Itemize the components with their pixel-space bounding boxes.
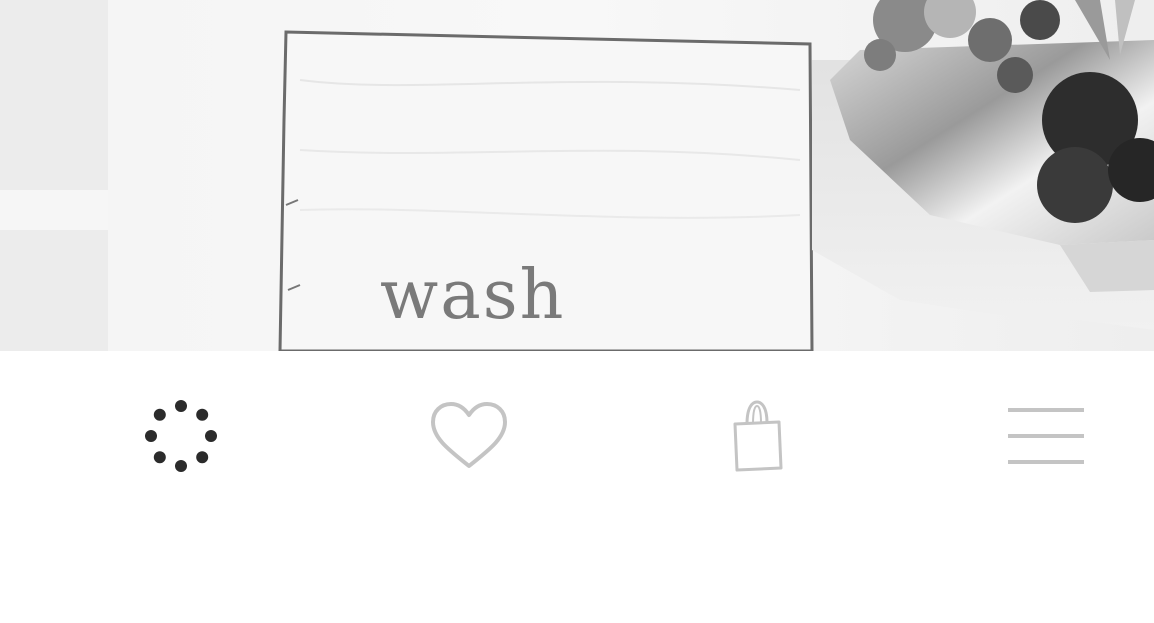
heart-icon bbox=[429, 400, 509, 472]
tab-favorites[interactable] bbox=[424, 391, 514, 481]
shopping-bag-icon bbox=[727, 396, 787, 476]
product-photo: wash bbox=[0, 0, 1154, 351]
loading-dots-icon bbox=[141, 396, 221, 476]
tab-home[interactable] bbox=[136, 391, 226, 481]
tab-menu[interactable] bbox=[1001, 391, 1091, 481]
tab-shopping-bag[interactable] bbox=[712, 391, 802, 481]
hamburger-menu-icon bbox=[1006, 404, 1086, 468]
photo-scene bbox=[0, 0, 1154, 351]
bottom-tab-bar bbox=[0, 351, 1154, 623]
sign-text: wash bbox=[380, 256, 566, 335]
